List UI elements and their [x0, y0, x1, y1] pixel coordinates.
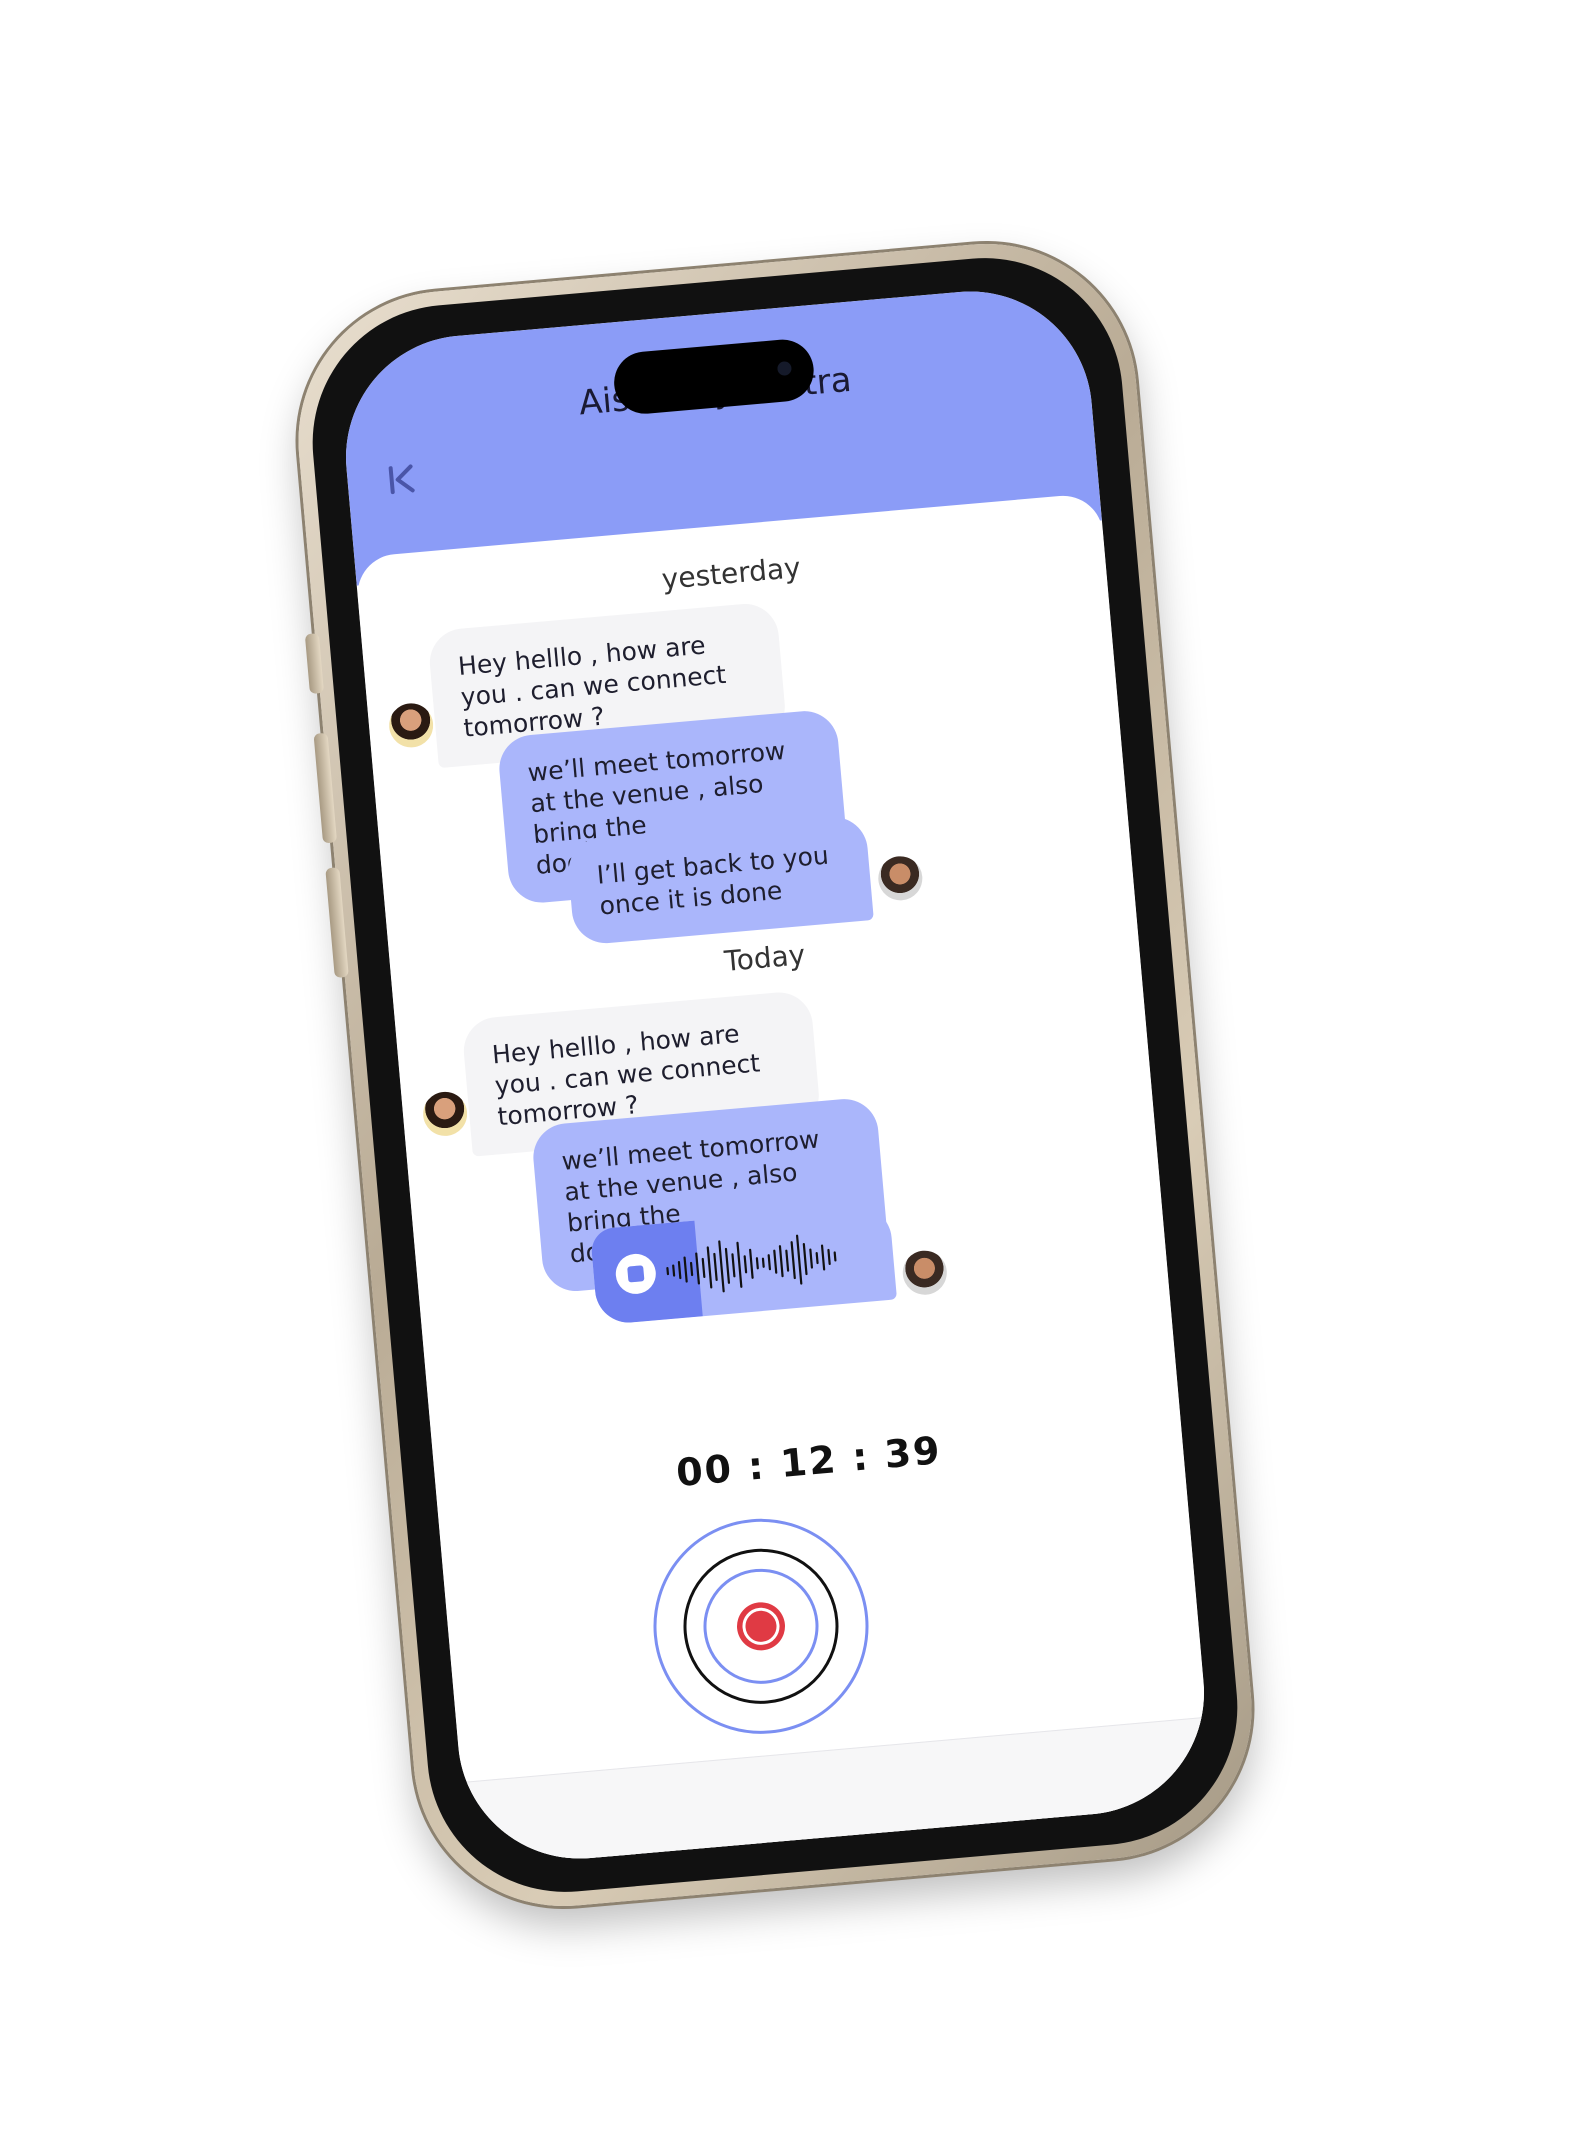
waveform-bar	[802, 1243, 808, 1276]
waveform-bar	[724, 1247, 731, 1284]
waveform-bar	[713, 1252, 718, 1281]
waveform-bar	[743, 1255, 748, 1274]
waveform-bar	[795, 1234, 803, 1285]
waveform-bar	[689, 1261, 694, 1277]
waveform-bar	[809, 1248, 814, 1269]
waveform-bar	[683, 1256, 688, 1283]
user-avatar[interactable]	[900, 1248, 949, 1297]
waveform-bar	[815, 1251, 819, 1265]
waveform-bar	[773, 1249, 778, 1274]
waveform-bar	[755, 1257, 759, 1270]
back-chevron-icon[interactable]	[380, 458, 423, 501]
phone-bezel: Aishwarya Mitra yesterday Hey helllo , h…	[301, 246, 1249, 1904]
waveform-bar	[827, 1248, 831, 1266]
recording-timer: 00 : 12 : 39	[674, 1428, 944, 1496]
waveform-bar	[731, 1253, 736, 1278]
record-button[interactable]	[642, 1507, 880, 1745]
waveform-bar	[785, 1249, 790, 1272]
waveform-bar	[749, 1248, 754, 1279]
waveform-bar	[767, 1254, 772, 1271]
waveform-bar	[833, 1251, 837, 1262]
waveform-bar	[778, 1245, 784, 1278]
waveform-bar	[761, 1257, 765, 1268]
camera-lens	[776, 360, 793, 377]
waveform-bar	[677, 1260, 682, 1280]
contact-avatar[interactable]	[421, 1090, 469, 1138]
waveform-bar	[706, 1246, 713, 1289]
waveform-bar	[695, 1252, 700, 1285]
waveform-bar	[718, 1240, 725, 1293]
chat-area: yesterday Hey helllo , how are you . can…	[354, 492, 1215, 1869]
screen: Aishwarya Mitra yesterday Hey helllo , h…	[335, 281, 1215, 1869]
waveform-bar	[701, 1257, 706, 1279]
waveform-bar	[820, 1244, 826, 1271]
waveform-bar	[666, 1267, 670, 1276]
contact-avatar[interactable]	[387, 701, 435, 750]
phone-mockup: Aishwarya Mitra yesterday Hey helllo , h…	[286, 231, 1264, 1919]
waveform-bar	[736, 1241, 743, 1288]
waveform-bar	[672, 1264, 676, 1277]
waveform-bar	[790, 1241, 796, 1280]
user-avatar[interactable]	[876, 854, 925, 903]
